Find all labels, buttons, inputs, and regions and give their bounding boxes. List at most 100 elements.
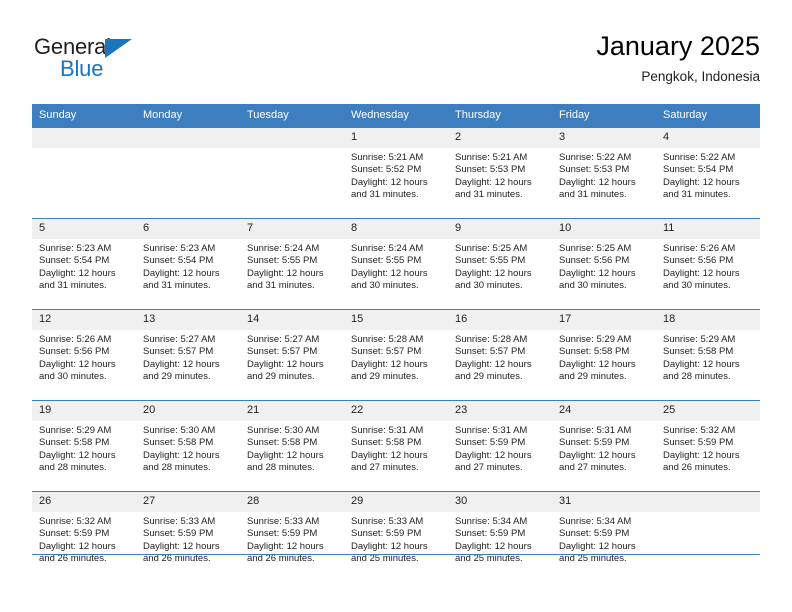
day-number: 9 xyxy=(448,219,552,239)
day-daylight-line1-text: Daylight: 12 hours xyxy=(247,267,324,279)
day-number: 3 xyxy=(552,128,656,148)
day-number: 26 xyxy=(32,492,136,512)
day-sunset-text: Sunset: 5:59 PM xyxy=(455,437,526,449)
day-number: 12 xyxy=(32,310,136,330)
day-daylight-line2-text: and 30 minutes. xyxy=(559,280,627,292)
day-sunset-text: Sunset: 5:59 PM xyxy=(559,528,630,540)
day-number xyxy=(240,128,344,148)
day-box: 25 Sunrise: 5:32 AM Sunset: 5:59 PM Dayligh… xyxy=(656,401,760,491)
day-daylight-line2-text: and 28 minutes. xyxy=(247,462,315,474)
day-box: 1 Sunrise: 5:21 AM Sunset: 5:52 PM Daylight… xyxy=(344,128,448,218)
day-number: 5 xyxy=(32,219,136,239)
day-box: 16 Sunrise: 5:28 AM Sunset: 5:57 PM Dayligh… xyxy=(448,310,552,400)
calendar-day-cell[interactable]: 28 Sunrise: 5:33 AM Sunset: 5:59 PM Dayligh… xyxy=(240,491,344,582)
calendar-day-cell[interactable]: 31 Sunrise: 5:34 AM Sunset: 5:59 PM Dayligh… xyxy=(552,491,656,582)
calendar-day-cell[interactable]: 10 Sunrise: 5:25 AM Sunset: 5:56 PM Dayligh… xyxy=(552,218,656,310)
day-sunrise-text: Sunrise: 5:32 AM xyxy=(39,516,112,527)
day-sunset-text: Sunset: 5:55 PM xyxy=(455,255,526,267)
day-box: 24 Sunrise: 5:31 AM Sunset: 5:59 PM Dayligh… xyxy=(552,401,656,491)
day-box: 29 Sunrise: 5:33 AM Sunset: 5:59 PM Dayligh… xyxy=(344,492,448,582)
calendar-day-cell[interactable]: 16 Sunrise: 5:28 AM Sunset: 5:57 PM Dayligh… xyxy=(448,309,552,401)
day-sunset-text: Sunset: 5:57 PM xyxy=(247,346,318,358)
calendar-day-cell[interactable]: 13 Sunrise: 5:27 AM Sunset: 5:57 PM Dayligh… xyxy=(136,309,240,401)
day-daylight-line1-text: Daylight: 12 hours xyxy=(351,176,428,188)
calendar-day-cell[interactable]: 19 Sunrise: 5:29 AM Sunset: 5:58 PM Dayligh… xyxy=(32,400,136,492)
calendar-day-cell[interactable]: 26 Sunrise: 5:32 AM Sunset: 5:59 PM Dayligh… xyxy=(32,491,136,582)
day-number: 2 xyxy=(448,128,552,148)
day-daylight-line1-text: Daylight: 12 hours xyxy=(663,267,740,279)
calendar-day-cell[interactable]: 9 Sunrise: 5:25 AM Sunset: 5:55 PM Daylight… xyxy=(448,218,552,310)
day-daylight-line1-text: Daylight: 12 hours xyxy=(351,540,428,552)
generalblue-logo[interactable]: General Blue xyxy=(32,34,212,90)
calendar-day-cell[interactable]: 22 Sunrise: 5:31 AM Sunset: 5:58 PM Dayligh… xyxy=(344,400,448,492)
day-box: 9 Sunrise: 5:25 AM Sunset: 5:55 PM Daylight… xyxy=(448,219,552,309)
calendar-day-cell[interactable]: 25 Sunrise: 5:32 AM Sunset: 5:59 PM Dayligh… xyxy=(656,400,760,492)
day-sunset-text: Sunset: 5:56 PM xyxy=(663,255,734,267)
day-sunset-text: Sunset: 5:58 PM xyxy=(143,437,214,449)
day-box: 11 Sunrise: 5:26 AM Sunset: 5:56 PM Dayligh… xyxy=(656,219,760,309)
calendar-day-cell[interactable]: 29 Sunrise: 5:33 AM Sunset: 5:59 PM Dayligh… xyxy=(344,491,448,582)
day-box: 21 Sunrise: 5:30 AM Sunset: 5:58 PM Dayligh… xyxy=(240,401,344,491)
day-sunset-text: Sunset: 5:54 PM xyxy=(143,255,214,267)
day-daylight-line2-text: and 31 minutes. xyxy=(663,189,731,201)
calendar-day-cell[interactable]: 18 Sunrise: 5:29 AM Sunset: 5:58 PM Dayligh… xyxy=(656,309,760,401)
calendar-day-cell[interactable]: 24 Sunrise: 5:31 AM Sunset: 5:59 PM Dayligh… xyxy=(552,400,656,492)
calendar-day-cell[interactable]: 12 Sunrise: 5:26 AM Sunset: 5:56 PM Dayligh… xyxy=(32,309,136,401)
day-box: 31 Sunrise: 5:34 AM Sunset: 5:59 PM Dayligh… xyxy=(552,492,656,582)
day-details: Sunrise: 5:26 AM Sunset: 5:56 PM Daylight:… xyxy=(656,239,760,293)
calendar-day-cell[interactable]: 20 Sunrise: 5:30 AM Sunset: 5:58 PM Dayligh… xyxy=(136,400,240,492)
day-daylight-line1-text: Daylight: 12 hours xyxy=(455,176,532,188)
day-daylight-line2-text: and 30 minutes. xyxy=(351,280,419,292)
day-number: 4 xyxy=(656,128,760,148)
day-box: 8 Sunrise: 5:24 AM Sunset: 5:55 PM Daylight… xyxy=(344,219,448,309)
day-daylight-line2-text: and 31 minutes. xyxy=(351,189,419,201)
calendar-day-cell[interactable]: 27 Sunrise: 5:33 AM Sunset: 5:59 PM Dayligh… xyxy=(136,491,240,582)
day-sunset-text: Sunset: 5:59 PM xyxy=(143,528,214,540)
day-sunset-text: Sunset: 5:59 PM xyxy=(663,437,734,449)
calendar-day-cell[interactable]: 21 Sunrise: 5:30 AM Sunset: 5:58 PM Dayligh… xyxy=(240,400,344,492)
day-daylight-line2-text: and 29 minutes. xyxy=(559,371,627,383)
calendar-day-cell[interactable]: 11 Sunrise: 5:26 AM Sunset: 5:56 PM Dayligh… xyxy=(656,218,760,310)
day-sunrise-text: Sunrise: 5:30 AM xyxy=(247,425,320,436)
day-sunset-text: Sunset: 5:53 PM xyxy=(455,164,526,176)
day-number: 15 xyxy=(344,310,448,330)
day-number: 25 xyxy=(656,401,760,421)
day-sunset-text: Sunset: 5:55 PM xyxy=(247,255,318,267)
calendar-day-cell[interactable]: 30 Sunrise: 5:34 AM Sunset: 5:59 PM Dayligh… xyxy=(448,491,552,582)
calendar-week-row: 5 Sunrise: 5:23 AM Sunset: 5:54 PM Daylight… xyxy=(32,218,760,310)
day-number: 10 xyxy=(552,219,656,239)
day-box: 22 Sunrise: 5:31 AM Sunset: 5:58 PM Dayligh… xyxy=(344,401,448,491)
calendar-day-cell[interactable]: 5 Sunrise: 5:23 AM Sunset: 5:54 PM Daylight… xyxy=(32,218,136,310)
calendar-day-cell-empty xyxy=(656,491,760,582)
day-daylight-line1-text: Daylight: 12 hours xyxy=(663,176,740,188)
calendar-day-cell[interactable]: 3 Sunrise: 5:22 AM Sunset: 5:53 PM Daylight… xyxy=(552,127,656,219)
day-box: 30 Sunrise: 5:34 AM Sunset: 5:59 PM Dayligh… xyxy=(448,492,552,582)
calendar-day-cell[interactable]: 15 Sunrise: 5:28 AM Sunset: 5:57 PM Dayligh… xyxy=(344,309,448,401)
day-sunset-text: Sunset: 5:57 PM xyxy=(455,346,526,358)
calendar-day-cell[interactable]: 6 Sunrise: 5:23 AM Sunset: 5:54 PM Daylight… xyxy=(136,218,240,310)
day-details: Sunrise: 5:30 AM Sunset: 5:58 PM Daylight:… xyxy=(240,421,344,475)
calendar-day-cell[interactable]: 14 Sunrise: 5:27 AM Sunset: 5:57 PM Dayligh… xyxy=(240,309,344,401)
day-daylight-line1-text: Daylight: 12 hours xyxy=(351,358,428,370)
calendar-day-cell[interactable]: 7 Sunrise: 5:24 AM Sunset: 5:55 PM Daylight… xyxy=(240,218,344,310)
calendar-day-cell[interactable]: 23 Sunrise: 5:31 AM Sunset: 5:59 PM Dayligh… xyxy=(448,400,552,492)
day-sunrise-text: Sunrise: 5:31 AM xyxy=(455,425,528,436)
day-daylight-line2-text: and 26 minutes. xyxy=(39,553,107,565)
day-details: Sunrise: 5:33 AM Sunset: 5:59 PM Daylight:… xyxy=(136,512,240,566)
day-details: Sunrise: 5:21 AM Sunset: 5:52 PM Daylight:… xyxy=(344,148,448,202)
day-sunrise-text: Sunrise: 5:24 AM xyxy=(247,243,320,254)
calendar-week-row: 1 Sunrise: 5:21 AM Sunset: 5:52 PM Daylight… xyxy=(32,127,760,219)
calendar-day-cell[interactable]: 17 Sunrise: 5:29 AM Sunset: 5:58 PM Dayligh… xyxy=(552,309,656,401)
day-sunset-text: Sunset: 5:56 PM xyxy=(559,255,630,267)
day-daylight-line1-text: Daylight: 12 hours xyxy=(559,358,636,370)
day-sunset-text: Sunset: 5:58 PM xyxy=(559,346,630,358)
calendar-day-cell[interactable]: 4 Sunrise: 5:22 AM Sunset: 5:54 PM Daylight… xyxy=(656,127,760,219)
calendar-day-cell[interactable]: 1 Sunrise: 5:21 AM Sunset: 5:52 PM Daylight… xyxy=(344,127,448,219)
calendar-week-row: 12 Sunrise: 5:26 AM Sunset: 5:56 PM Dayligh… xyxy=(32,309,760,401)
day-daylight-line2-text: and 31 minutes. xyxy=(247,280,315,292)
day-sunrise-text: Sunrise: 5:31 AM xyxy=(559,425,632,436)
calendar-day-cell[interactable]: 8 Sunrise: 5:24 AM Sunset: 5:55 PM Daylight… xyxy=(344,218,448,310)
calendar-day-cell[interactable]: 2 Sunrise: 5:21 AM Sunset: 5:53 PM Daylight… xyxy=(448,127,552,219)
day-number: 21 xyxy=(240,401,344,421)
day-number: 6 xyxy=(136,219,240,239)
